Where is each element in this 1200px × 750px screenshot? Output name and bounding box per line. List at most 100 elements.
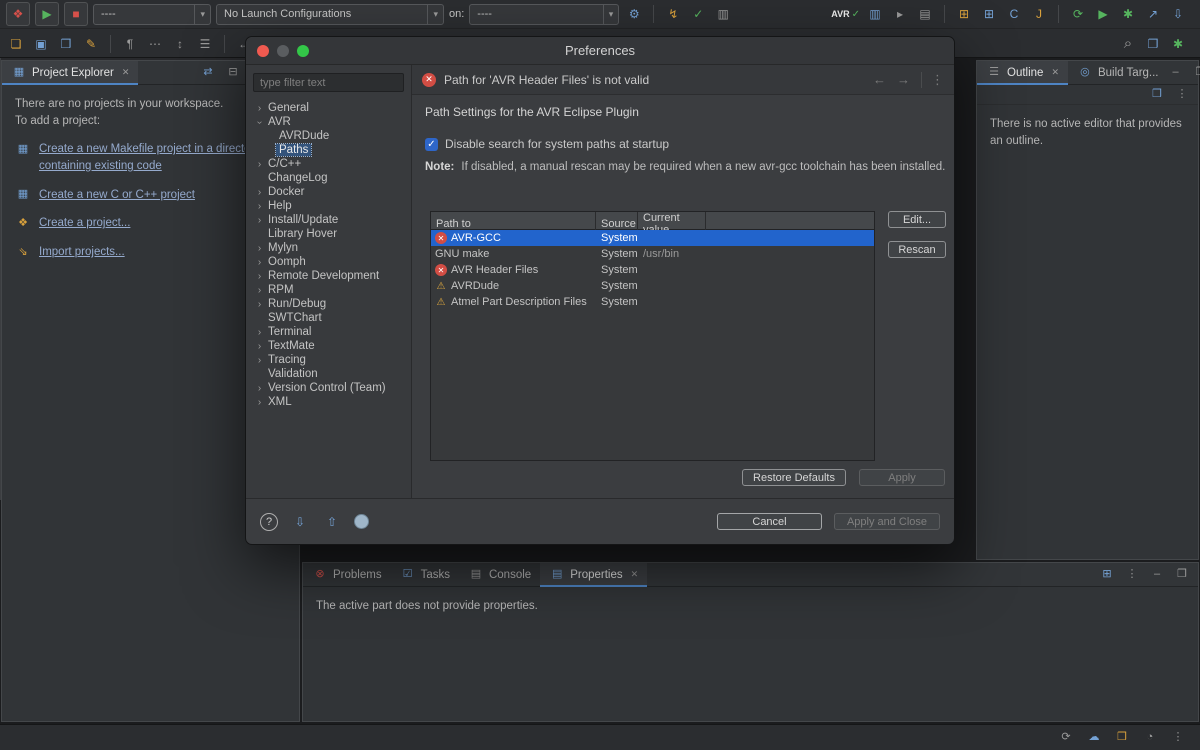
- apply-button[interactable]: Apply: [859, 469, 945, 486]
- edit-button[interactable]: Edit...: [888, 211, 946, 228]
- pref-tree-item-rpm[interactable]: › RPM: [246, 283, 411, 297]
- run-last-launch-icon[interactable]: ▶: [1093, 4, 1113, 24]
- verify-icon[interactable]: ✓: [688, 4, 708, 24]
- dialog-titlebar[interactable]: Preferences: [246, 37, 954, 65]
- pref-tree-item-install-update[interactable]: › Install/Update: [246, 213, 411, 227]
- help-book-icon[interactable]: ❒: [1114, 730, 1130, 746]
- chevron-right-icon[interactable]: ›: [254, 243, 265, 254]
- terminal-icon[interactable]: ▸: [890, 4, 910, 24]
- pref-tree-item-tracing[interactable]: › Tracing: [246, 353, 411, 367]
- refresh-icon[interactable]: ⟳: [1068, 4, 1088, 24]
- view-menu-kebab-icon[interactable]: ⋮: [1124, 567, 1140, 583]
- tab-problems[interactable]: ⊗ Problems: [303, 563, 391, 587]
- table-row-gnu-make[interactable]: GNU make System /usr/bin: [431, 246, 874, 262]
- traffic-light-zoom-icon[interactable]: [297, 44, 309, 57]
- table-row-avr-header-files[interactable]: ✕ AVR Header Files System: [431, 262, 874, 278]
- external-tools-icon[interactable]: ↗: [1143, 4, 1163, 24]
- table-row-avr-gcc[interactable]: ✕ AVR-GCC System: [431, 230, 874, 246]
- pref-tree-item-textmate[interactable]: › TextMate: [246, 339, 411, 353]
- layers-icon[interactable]: ❒: [1149, 87, 1165, 103]
- chevron-right-icon[interactable]: ›: [254, 285, 265, 296]
- avr-plugin-icon[interactable]: AVR ✓: [831, 9, 860, 20]
- save-icon[interactable]: ▣: [31, 34, 51, 54]
- new-java-element-icon[interactable]: J: [1029, 4, 1049, 24]
- traffic-light-close-icon[interactable]: [257, 44, 269, 57]
- chevron-right-icon[interactable]: ›: [254, 327, 265, 338]
- chevron-right-icon[interactable]: ›: [254, 299, 265, 310]
- pref-tree-item-xml[interactable]: › XML: [246, 395, 411, 409]
- tab-project-explorer[interactable]: ▦ Project Explorer ✕: [2, 60, 139, 85]
- tab-properties[interactable]: ▤ Properties ✕: [540, 562, 648, 587]
- launch-settings-gear-icon[interactable]: ⚙: [624, 4, 644, 24]
- progress-icon[interactable]: ◔: [1142, 730, 1158, 746]
- collapse-all-icon[interactable]: ⊟: [225, 65, 241, 81]
- import-projects-link[interactable]: Import projects...: [39, 244, 125, 261]
- chevron-right-icon[interactable]: ›: [254, 257, 265, 268]
- pref-tree-item-docker[interactable]: › Docker: [246, 185, 411, 199]
- pref-tree-item-remote-development[interactable]: › Remote Development: [246, 269, 411, 283]
- launch-target-dropdown[interactable]: ---- ▾: [469, 3, 620, 25]
- pref-tree-item-run-debug[interactable]: › Run/Debug: [246, 297, 411, 311]
- link-with-editor-icon[interactable]: ⇄: [200, 65, 216, 81]
- tab-outline[interactable]: ☰ Outline ✕: [977, 60, 1068, 85]
- cancel-button[interactable]: Cancel: [717, 513, 822, 530]
- pref-tree-item-validation[interactable]: Validation: [246, 367, 411, 381]
- apply-and-close-button[interactable]: Apply and Close: [834, 513, 940, 530]
- search-icon[interactable]: ⌕: [1118, 34, 1138, 54]
- pref-tree-item-avr[interactable]: › AVR: [246, 115, 411, 129]
- pref-tree-item-mylyn[interactable]: › Mylyn: [246, 241, 411, 255]
- chevron-right-icon[interactable]: ›: [254, 341, 265, 352]
- maximize-icon[interactable]: ❐: [1174, 567, 1190, 583]
- oomph-record-icon[interactable]: [354, 514, 369, 529]
- open-console-icon[interactable]: ▤: [915, 4, 935, 24]
- launch-profiles-dropdown[interactable]: ---- ▾: [93, 3, 211, 25]
- open-perspective-icon[interactable]: ❐: [1143, 34, 1163, 54]
- upload-flash-icon[interactable]: ↯: [663, 4, 683, 24]
- show-whitespace-icon[interactable]: ¶: [120, 34, 140, 54]
- pref-tree-item-help[interactable]: › Help: [246, 199, 411, 213]
- new-view-icon[interactable]: ⊞: [1099, 567, 1115, 583]
- checkbox-checked-icon[interactable]: ✓: [425, 137, 438, 151]
- chevron-right-icon[interactable]: ›: [254, 201, 265, 212]
- import-download-icon[interactable]: ⇩: [1168, 4, 1188, 24]
- pref-tree-item-oomph[interactable]: › Oomph: [246, 255, 411, 269]
- new-folder-icon[interactable]: ❏: [6, 34, 26, 54]
- close-icon[interactable]: ✕: [1051, 67, 1059, 78]
- pref-tree-item-c-cpp[interactable]: › C/C++: [246, 157, 411, 171]
- minimize-icon[interactable]: –: [1168, 65, 1184, 81]
- chevron-right-icon[interactable]: ›: [254, 103, 265, 114]
- create-project-link[interactable]: Create a project...: [39, 215, 130, 232]
- more-options-icon[interactable]: ⋯: [145, 34, 165, 54]
- table-row-avrdude[interactable]: ⚠ AVRDude System: [431, 278, 874, 294]
- background-job-icon[interactable]: ⟳: [1058, 730, 1074, 746]
- edit-brush-icon[interactable]: ✎: [81, 34, 101, 54]
- forward-arrow-icon[interactable]: →: [897, 72, 910, 87]
- chevron-right-icon[interactable]: ›: [254, 397, 265, 408]
- banner-kebab-icon[interactable]: ⋮: [921, 71, 944, 88]
- fuses-icon[interactable]: ▥: [713, 4, 733, 24]
- new-project-icon[interactable]: ⊞: [954, 4, 974, 24]
- traffic-light-minimize-icon[interactable]: [277, 44, 289, 57]
- tab-console[interactable]: ▤ Console: [459, 563, 540, 587]
- filter-input[interactable]: [253, 73, 404, 92]
- create-makefile-project-link[interactable]: Create a new Makefile project in a direc…: [39, 141, 275, 174]
- pref-tree-item-avrdude[interactable]: AVRDude: [246, 129, 411, 143]
- tab-tasks[interactable]: ☑ Tasks: [391, 563, 459, 587]
- tab-build-targets[interactable]: ◎ Build Targ...: [1068, 61, 1168, 85]
- run-button-icon[interactable]: ▶: [35, 2, 59, 26]
- rescan-button[interactable]: Rescan: [888, 241, 946, 258]
- export-preferences-icon[interactable]: ⇧: [322, 512, 342, 532]
- pref-tree-item-paths[interactable]: Paths: [246, 143, 411, 157]
- debug-perspective-icon[interactable]: ✱: [1168, 34, 1188, 54]
- overflow-kebab-icon[interactable]: ⋮: [1170, 730, 1186, 746]
- launch-configurations-dropdown[interactable]: No Launch Configurations ▾: [216, 3, 444, 25]
- workspace-wizard-icon[interactable]: ❖: [6, 2, 30, 26]
- save-all-icon[interactable]: ❒: [56, 34, 76, 54]
- chevron-right-icon[interactable]: ›: [254, 355, 265, 366]
- cloud-sync-icon[interactable]: ☁: [1086, 730, 1102, 746]
- new-file-icon[interactable]: ⊞: [979, 4, 999, 24]
- view-list-icon[interactable]: ☰: [195, 34, 215, 54]
- chevron-right-icon[interactable]: ›: [254, 215, 265, 226]
- pref-tree-item-changelog[interactable]: ChangeLog: [246, 171, 411, 185]
- debug-last-launch-icon[interactable]: ✱: [1118, 4, 1138, 24]
